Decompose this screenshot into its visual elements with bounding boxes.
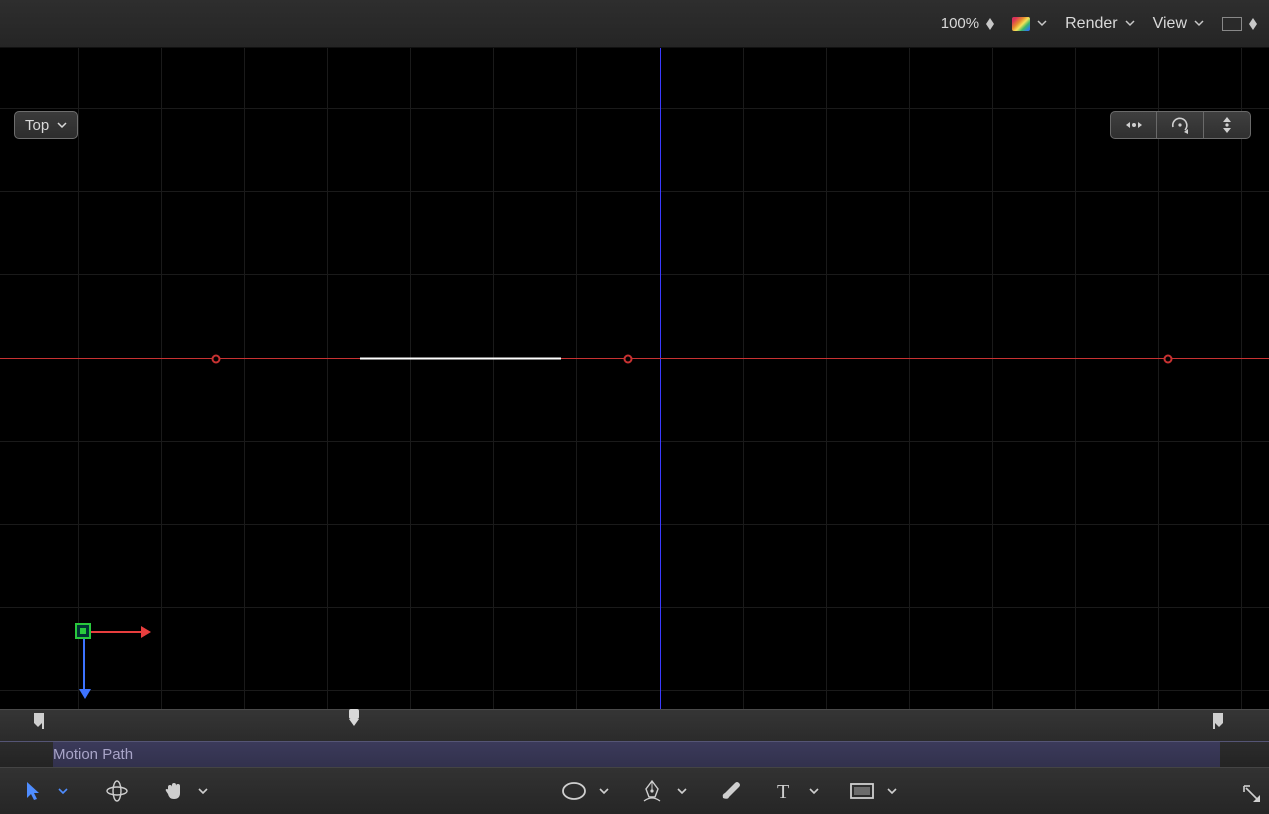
pen-icon: [641, 779, 663, 803]
grid-line: [0, 690, 1269, 691]
svg-text:T: T: [777, 781, 789, 801]
grid-line: [0, 108, 1269, 109]
dolly-button[interactable]: [1204, 111, 1251, 139]
grid-line: [909, 48, 910, 709]
color-swatch-icon: [1012, 17, 1030, 31]
grid-line: [327, 48, 328, 709]
resize-icon: [1241, 783, 1263, 805]
rect-icon: [849, 782, 875, 800]
text-tool[interactable]: T: [771, 776, 797, 806]
out-point-marker[interactable]: [1213, 713, 1225, 734]
grid-line: [576, 48, 577, 709]
pan-tool-options[interactable]: [190, 776, 216, 806]
mini-timeline[interactable]: [0, 709, 1269, 741]
keyframe-point[interactable]: [1164, 355, 1173, 364]
ellipse-icon: [561, 781, 587, 801]
resize-handle[interactable]: [1241, 783, 1263, 810]
pan-icon: [1123, 116, 1145, 134]
shape-tool-options[interactable]: [591, 776, 617, 806]
bottom-toolbar: T: [0, 767, 1269, 814]
in-point-marker[interactable]: [34, 713, 46, 734]
chevron-down-icon: [198, 788, 208, 795]
text-icon: T: [775, 781, 793, 801]
chevron-down-icon: [1194, 20, 1204, 27]
chevron-down-icon: [1125, 20, 1135, 27]
grid-line: [244, 48, 245, 709]
pen-tool[interactable]: [639, 776, 665, 806]
grid-line: [0, 191, 1269, 192]
grid-line: [1241, 48, 1242, 709]
grid-line: [743, 48, 744, 709]
chevron-down-icon: [677, 788, 687, 795]
gizmo-x-axis: [83, 631, 141, 633]
pan-tool[interactable]: [160, 776, 186, 806]
mask-tool[interactable]: [849, 776, 875, 806]
stepper-icon: [1249, 18, 1257, 30]
z-axis-line: [660, 48, 661, 709]
gizmo-x-arrow-icon: [141, 626, 151, 638]
viewport-nav-buttons: [1110, 111, 1251, 139]
arrow-icon: [24, 780, 42, 802]
gizmo-z-axis: [83, 631, 85, 689]
dolly-icon: [1220, 116, 1234, 134]
layout-icon: [1222, 17, 1242, 31]
orbit-icon: [1170, 116, 1190, 134]
select-tool-options[interactable]: [50, 776, 76, 806]
keyframe-point[interactable]: [624, 355, 633, 364]
track-bar[interactable]: Motion Path: [0, 741, 1269, 767]
grid-line: [161, 48, 162, 709]
pen-tool-options[interactable]: [669, 776, 695, 806]
zoom-control[interactable]: 100%: [941, 15, 994, 32]
zoom-value: 100%: [941, 15, 979, 32]
grid-line: [78, 48, 79, 709]
color-channel-menu[interactable]: [1012, 17, 1047, 31]
gizmo-origin-dot: [80, 628, 86, 634]
chevron-down-icon: [1037, 20, 1047, 27]
orbit3d-icon: [105, 780, 129, 802]
stepper-icon: [986, 18, 994, 30]
text-tool-options[interactable]: [801, 776, 827, 806]
3d-transform-tool[interactable]: [104, 776, 130, 806]
select-tool[interactable]: [20, 776, 46, 806]
view-menu[interactable]: View: [1153, 15, 1204, 33]
selected-object[interactable]: [360, 358, 561, 360]
camera-view-label: Top: [25, 117, 49, 134]
top-toolbar: 100% Render View: [0, 0, 1269, 48]
pan-button[interactable]: [1110, 111, 1157, 139]
grid-line: [0, 441, 1269, 442]
grid-line: [1158, 48, 1159, 709]
grid-line: [0, 607, 1269, 608]
gizmo-z-arrow-icon: [79, 689, 91, 699]
playhead[interactable]: [347, 708, 361, 733]
view-label: View: [1153, 15, 1187, 33]
grid-line: [410, 48, 411, 709]
orbit-button[interactable]: [1157, 111, 1204, 139]
track-tail-gap: [1220, 742, 1269, 767]
grid-line: [0, 524, 1269, 525]
chevron-down-icon: [57, 122, 67, 129]
grid-line: [1075, 48, 1076, 709]
track-label: Motion Path: [53, 746, 133, 763]
shape-tool[interactable]: [561, 776, 587, 806]
x-axis-line: [0, 358, 1269, 359]
layout-menu[interactable]: [1222, 17, 1257, 31]
brush-tool[interactable]: [717, 776, 743, 806]
mask-tool-options[interactable]: [879, 776, 905, 806]
canvas-viewport[interactable]: Top: [0, 48, 1269, 709]
chevron-down-icon: [887, 788, 897, 795]
camera-view-select[interactable]: Top: [14, 111, 78, 139]
track-header-gap: [0, 742, 53, 767]
keyframe-point[interactable]: [212, 355, 221, 364]
grid-line: [0, 274, 1269, 275]
brush-icon: [719, 780, 741, 802]
chevron-down-icon: [599, 788, 609, 795]
render-menu[interactable]: Render: [1065, 15, 1134, 33]
render-label: Render: [1065, 15, 1117, 33]
chevron-down-icon: [58, 788, 68, 795]
grid-line: [493, 48, 494, 709]
hand-icon: [162, 780, 184, 802]
grid-line: [826, 48, 827, 709]
chevron-down-icon: [809, 788, 819, 795]
grid-line: [992, 48, 993, 709]
